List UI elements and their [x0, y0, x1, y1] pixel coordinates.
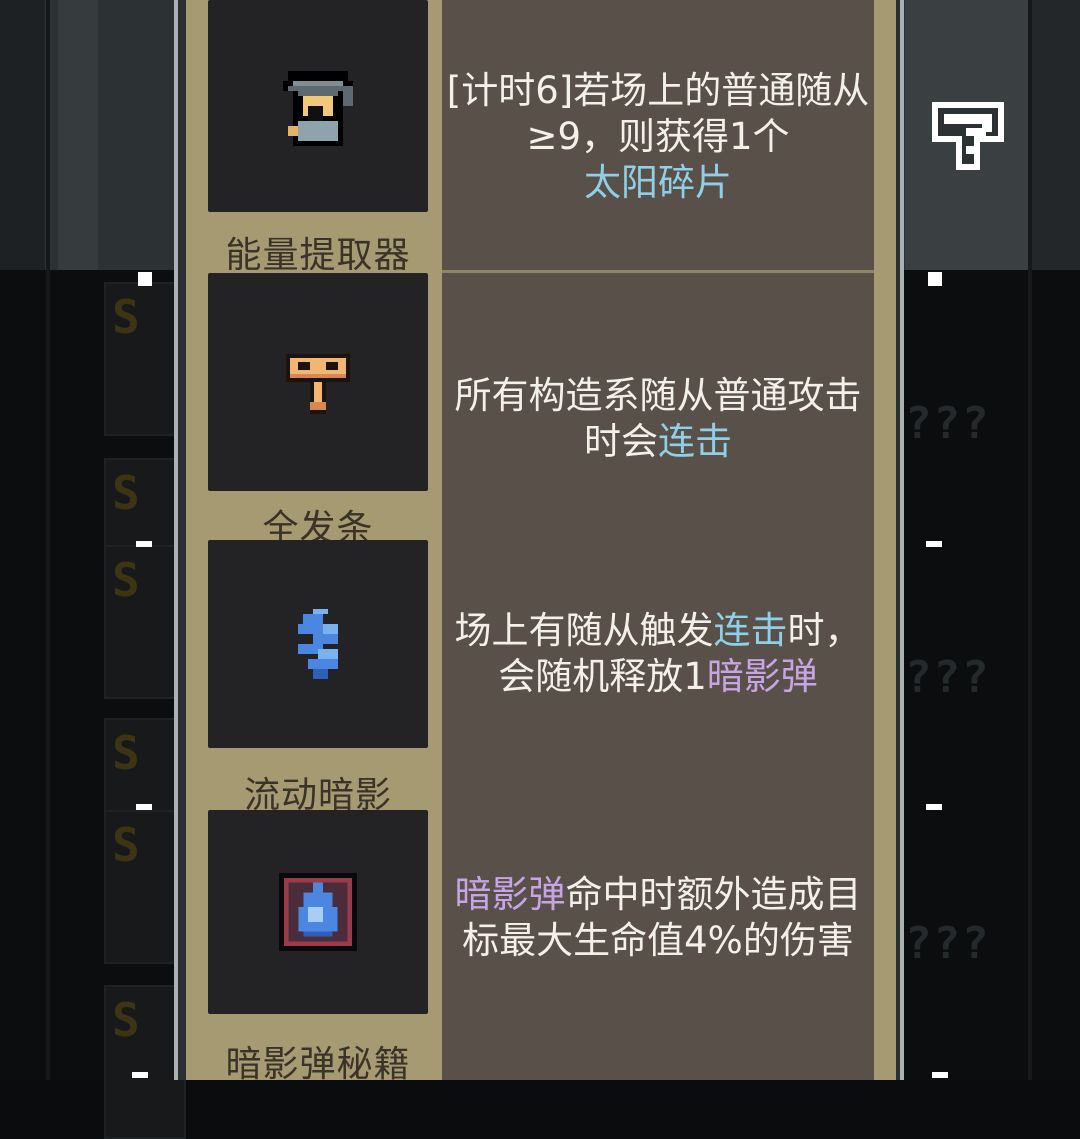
card-glyph: S — [112, 818, 140, 872]
background-unknown-label: ??? — [905, 918, 991, 969]
hooded-figure-icon — [283, 71, 353, 146]
selection-marker — [926, 804, 942, 810]
item-icon-column: 暗影弹秘籍 — [198, 810, 438, 1080]
item-icon-frame — [208, 0, 428, 212]
item-icon-column: 流动暗影 — [198, 540, 438, 810]
panel-edge — [174, 0, 178, 1080]
item-description: 场上有随从触发连击时，会随机释放1暗影弹 — [442, 608, 874, 700]
shadow-flame-tome-icon — [278, 872, 358, 952]
selection-marker — [928, 272, 942, 286]
item-icon-frame — [208, 540, 428, 748]
card-glyph: S — [112, 290, 140, 344]
item-name: 暗影弹秘籍 — [225, 1044, 411, 1080]
item-icon-frame — [208, 810, 428, 1014]
keyword-combo: 连击 — [658, 420, 732, 463]
background-rail — [1028, 0, 1032, 1080]
help-button[interactable] — [928, 98, 1008, 178]
keyword-shadow-bolt: 暗影弹 — [706, 655, 818, 698]
selection-marker — [136, 541, 152, 547]
keyword-combo: 连击 — [713, 609, 788, 652]
item-description: 所有构造系随从普通攻击时会连击 — [442, 373, 874, 465]
background-unknown-label: ??? — [905, 398, 991, 449]
description-text: [计时6]若场上的普通随从≥9，则获得1个 — [446, 69, 870, 158]
background-unknown-label: ??? — [905, 652, 991, 703]
background-rail — [46, 0, 50, 1080]
item-name: 能量提取器 — [225, 235, 411, 270]
item-row-full-clockwork[interactable]: 全发条 所有构造系随从普通攻击时会连击 — [198, 273, 884, 540]
item-description: 暗影弹命中时额外造成目标最大生命值4%的伤害 — [442, 872, 874, 964]
description-text: 场上有随从触发 — [454, 609, 714, 652]
item-description-column: [计时6]若场上的普通随从≥9，则获得1个 太阳碎片 — [442, 0, 874, 270]
keyword-sun-shard: 太阳碎片 — [584, 161, 732, 204]
item-name: 流动暗影 — [243, 775, 392, 810]
background-pillar — [58, 0, 98, 270]
item-description: [计时6]若场上的普通随从≥9，则获得1个 太阳碎片 — [442, 68, 874, 206]
keyword-shadow-bolt: 暗影弹 — [454, 873, 566, 916]
item-row-energy-extractor[interactable]: 能量提取器 [计时6]若场上的普通随从≥9，则获得1个 太阳碎片 — [198, 0, 884, 270]
card-glyph: S — [112, 553, 140, 607]
item-description-column: 暗影弹命中时额外造成目标最大生命值4%的伤害 — [442, 810, 874, 1080]
item-description-column: 场上有随从触发连击时，会随机释放1暗影弹 — [442, 540, 874, 810]
item-icon-column: 能量提取器 — [198, 0, 438, 270]
panel-edge — [900, 0, 904, 1080]
selection-marker — [932, 1072, 948, 1078]
item-icon-frame — [208, 273, 428, 491]
shadow-swirl-icon — [298, 609, 338, 679]
selection-marker — [136, 804, 152, 810]
selection-marker — [138, 272, 152, 286]
background-pillar — [0, 0, 45, 270]
item-description-column: 所有构造系随从普通攻击时会连击 — [442, 273, 874, 540]
selection-marker — [132, 1072, 148, 1078]
item-row-shadow-bolt-tome[interactable]: 暗影弹秘籍 暗影弹命中时额外造成目标最大生命值4%的伤害 — [198, 810, 884, 1080]
card-glyph: S — [112, 993, 140, 1047]
item-name: 全发条 — [262, 508, 374, 540]
card-glyph: S — [112, 466, 140, 520]
selection-marker — [926, 541, 942, 547]
item-icon-column: 全发条 — [198, 273, 438, 540]
card-glyph: S — [112, 726, 140, 780]
wind-up-key-icon — [286, 354, 350, 414]
item-row-flowing-shadow[interactable]: 流动暗影 场上有随从触发连击时，会随机释放1暗影弹 — [198, 540, 884, 810]
question-mark-icon — [932, 102, 1004, 170]
background-pillar — [1030, 0, 1080, 270]
